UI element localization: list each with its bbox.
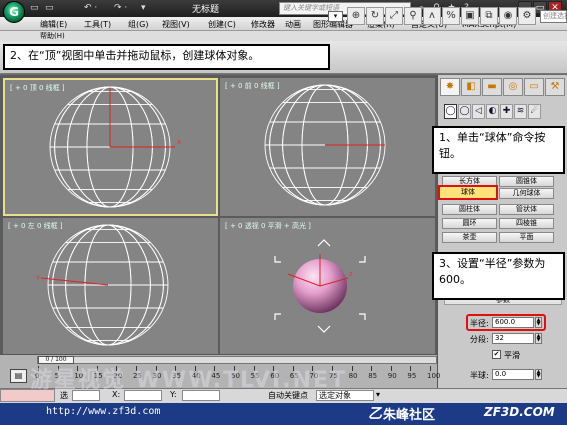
create-tab-icon[interactable]: ✸ bbox=[440, 78, 460, 96]
material-editor-icon[interactable]: ◉ bbox=[499, 7, 517, 25]
menu-create[interactable]: 创建(C) bbox=[208, 18, 236, 32]
menu-group[interactable]: 组(G) bbox=[128, 18, 148, 32]
timeline-tick-mark bbox=[371, 366, 373, 371]
motion-tab-icon[interactable]: ◎ bbox=[503, 78, 523, 96]
utilities-tab-icon[interactable]: ⚒ bbox=[545, 78, 565, 96]
footer-site-name: ZF3D.COM bbox=[484, 405, 555, 419]
timeline-tick-mark bbox=[390, 366, 392, 371]
hierarchy-tab-icon[interactable]: ▬ bbox=[482, 78, 502, 96]
segments-spinner[interactable]: ▲ ▼ bbox=[535, 333, 542, 344]
viewport-perspective[interactable]: [ + 0 透视 0 平滑 + 高光 ] z bbox=[220, 218, 435, 356]
app-logo-icon: G bbox=[9, 5, 19, 19]
teapot-button[interactable]: 茶壶 bbox=[442, 232, 497, 243]
left-view-sphere-wireframe bbox=[40, 224, 169, 346]
timeline-tick-label: 95 bbox=[407, 372, 417, 380]
callout-step-2: 2、在“顶”视图中单击并拖动鼠标，创建球体对象。 bbox=[3, 44, 330, 70]
torus-button[interactable]: 圆环 bbox=[442, 218, 497, 229]
segments-label: 分段: bbox=[470, 335, 489, 344]
viewport-front[interactable]: [ + 0 前 0 线框 ] bbox=[220, 78, 435, 216]
helpers-category-icon[interactable]: ✚ bbox=[500, 104, 513, 119]
systems-category-icon[interactable]: ☄ bbox=[528, 104, 541, 119]
percent-snap-icon[interactable]: % bbox=[442, 7, 460, 25]
shapes-category-icon[interactable]: ◯ bbox=[458, 104, 471, 119]
selection-set-dropdown[interactable]: ▾ bbox=[328, 11, 343, 22]
pivot-icon[interactable]: ⚲ bbox=[404, 7, 422, 25]
redo-icon[interactable]: ↷ · bbox=[114, 2, 127, 14]
viewport-label-front[interactable]: [ + 0 前 0 线框 ] bbox=[225, 81, 280, 91]
axis-label-x: x bbox=[177, 138, 182, 146]
front-view-sphere-wireframe bbox=[264, 84, 386, 206]
angle-snap-icon[interactable]: ʌ bbox=[423, 7, 441, 25]
axis-label-y: y bbox=[36, 273, 41, 281]
timeline-tick-label: 85 bbox=[368, 372, 378, 380]
footer-url: http://www.zf3d.com bbox=[46, 406, 161, 417]
geometry-category-icon[interactable]: ◯ bbox=[444, 104, 457, 119]
watermark-text: 游星视觉 WWW.TLVI.NET bbox=[30, 368, 348, 393]
callout-step-1: 1、单击“球体”命令按钮。 bbox=[432, 126, 565, 174]
hemisphere-field[interactable]: 0.0 bbox=[492, 369, 534, 380]
window-title: 无标题 bbox=[192, 5, 220, 15]
mini-listener-icon[interactable]: ▤ bbox=[10, 369, 27, 383]
perspective-scene bbox=[274, 239, 366, 333]
lights-category-icon[interactable]: ◁ bbox=[472, 104, 485, 119]
undo-icon[interactable]: ↶ · bbox=[84, 2, 97, 14]
menu-modifiers[interactable]: 修改器 bbox=[251, 18, 275, 32]
menu-tools[interactable]: 工具(T) bbox=[84, 18, 111, 32]
new-scene-icon[interactable]: ▭ bbox=[30, 2, 39, 14]
align-icon[interactable]: ⧉ bbox=[480, 7, 498, 25]
mirror-icon[interactable]: ▣ bbox=[461, 7, 479, 25]
viewport-label-left[interactable]: [ + 0 左 0 线框 ] bbox=[8, 221, 63, 231]
menu-bar-row2 bbox=[0, 31, 567, 41]
rotate-tool-icon[interactable]: ↻ bbox=[366, 7, 384, 25]
segments-field[interactable]: 32 bbox=[492, 333, 534, 344]
key-filter-arrow-icon[interactable]: ▾ bbox=[376, 390, 380, 399]
smooth-checkbox[interactable]: ✔ bbox=[492, 350, 501, 359]
timeline-tick-mark bbox=[351, 366, 353, 371]
callout-step-3: 3、设置“半径”参数为 600。 bbox=[432, 252, 565, 300]
spacewarps-category-icon[interactable]: ≋ bbox=[514, 104, 527, 119]
timeline-tick-label: 100 bbox=[427, 372, 441, 380]
viewport-label-perspective[interactable]: [ + 0 透视 0 平滑 + 高光 ] bbox=[225, 221, 311, 231]
tube-button[interactable]: 管状体 bbox=[499, 204, 554, 215]
hemisphere-spinner[interactable]: ▲ ▼ bbox=[535, 369, 542, 380]
pyramid-button[interactable]: 四棱锥 bbox=[499, 218, 554, 229]
timeline-tick-mark bbox=[430, 366, 431, 371]
sphere-button[interactable]: 球体 bbox=[438, 185, 498, 200]
named-selection-field[interactable]: 创建选择 bbox=[540, 10, 567, 23]
display-tab-icon[interactable]: ▭ bbox=[524, 78, 544, 96]
snap-toggle-icon[interactable]: ⊕ bbox=[347, 7, 365, 25]
radius-highlight bbox=[466, 314, 546, 331]
cameras-category-icon[interactable]: ◐ bbox=[486, 104, 499, 119]
top-view-sphere-wireframe bbox=[49, 86, 175, 208]
hemisphere-label: 半球: bbox=[470, 371, 489, 380]
timeline-tick-label: 90 bbox=[387, 372, 397, 380]
quick-access-dropdown-icon[interactable]: ▾ bbox=[141, 2, 146, 14]
smooth-label: 平滑 bbox=[504, 351, 520, 360]
render-setup-icon[interactable]: ⚙ bbox=[518, 7, 536, 25]
footer-community-name: 朱峰社区 bbox=[383, 408, 436, 423]
timeline-tick-label: 80 bbox=[348, 372, 358, 380]
menu-views[interactable]: 视图(V) bbox=[162, 18, 190, 32]
plane-button[interactable]: 平面 bbox=[499, 232, 554, 243]
cone-button[interactable]: 圆锥体 bbox=[499, 176, 554, 187]
geosphere-button[interactable]: 几何球体 bbox=[499, 188, 554, 199]
scale-tool-icon[interactable]: ⤢ bbox=[385, 7, 403, 25]
footer-logo-mark: 乙 bbox=[368, 406, 382, 422]
viewport-label-top[interactable]: [ + 0 顶 0 线框 ] bbox=[10, 83, 65, 93]
modify-tab-icon[interactable]: ◧ bbox=[461, 78, 481, 96]
viewport-left[interactable]: [ + 0 左 0 线框 ] y bbox=[3, 218, 218, 356]
timeline-tick-mark bbox=[410, 366, 412, 371]
cylinder-button[interactable]: 圆柱体 bbox=[442, 204, 497, 215]
menu-animation[interactable]: 动画 bbox=[285, 18, 301, 32]
open-file-icon[interactable]: ▭ bbox=[45, 2, 54, 14]
viewport-top[interactable]: [ + 0 顶 0 线框 ] x bbox=[3, 78, 218, 216]
axis-label-z: z bbox=[349, 270, 353, 278]
application-button[interactable]: G bbox=[3, 1, 25, 23]
